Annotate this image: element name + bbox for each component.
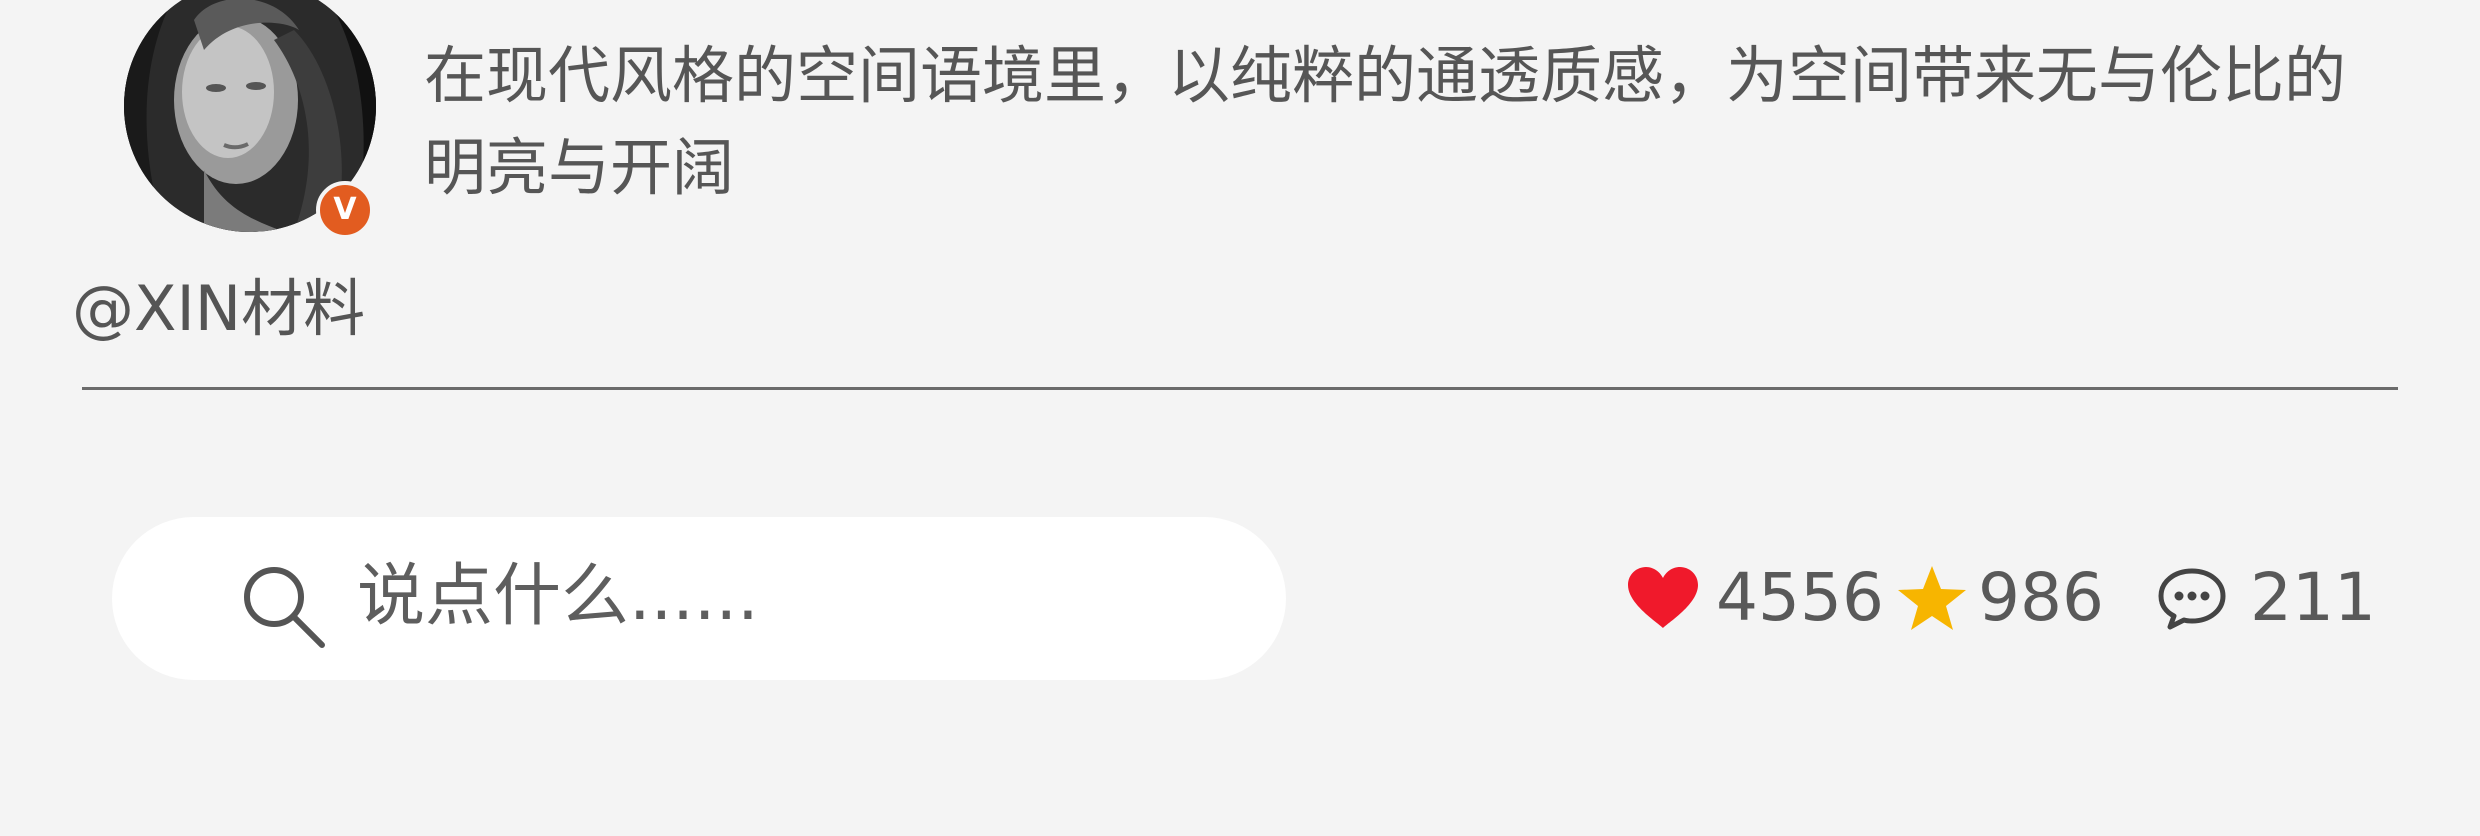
verified-badge: V bbox=[316, 181, 374, 239]
star-icon bbox=[1898, 566, 1966, 630]
favorite-count: 986 bbox=[1978, 559, 2104, 636]
comment-button[interactable]: 211 bbox=[2156, 556, 2376, 640]
divider bbox=[82, 387, 2398, 390]
post-text: 在现代风格的空间语境里，以纯粹的通透质感，为空间带来无与伦比的明亮与开阔 bbox=[424, 39, 2347, 204]
like-count: 4556 bbox=[1716, 559, 1884, 636]
search-icon bbox=[244, 567, 325, 648]
favorite-button[interactable]: 986 bbox=[1896, 556, 2104, 640]
author-name[interactable]: @XIN材料 bbox=[72, 258, 365, 348]
comment-placeholder: 说点什么...... bbox=[357, 557, 759, 636]
comment-bubble-icon bbox=[2158, 568, 2226, 630]
comment-count: 211 bbox=[2250, 559, 2376, 636]
comment-input[interactable]: 说点什么...... bbox=[112, 517, 1286, 680]
like-button[interactable]: 4556 bbox=[1626, 556, 1884, 640]
heart-icon bbox=[1628, 567, 1698, 628]
